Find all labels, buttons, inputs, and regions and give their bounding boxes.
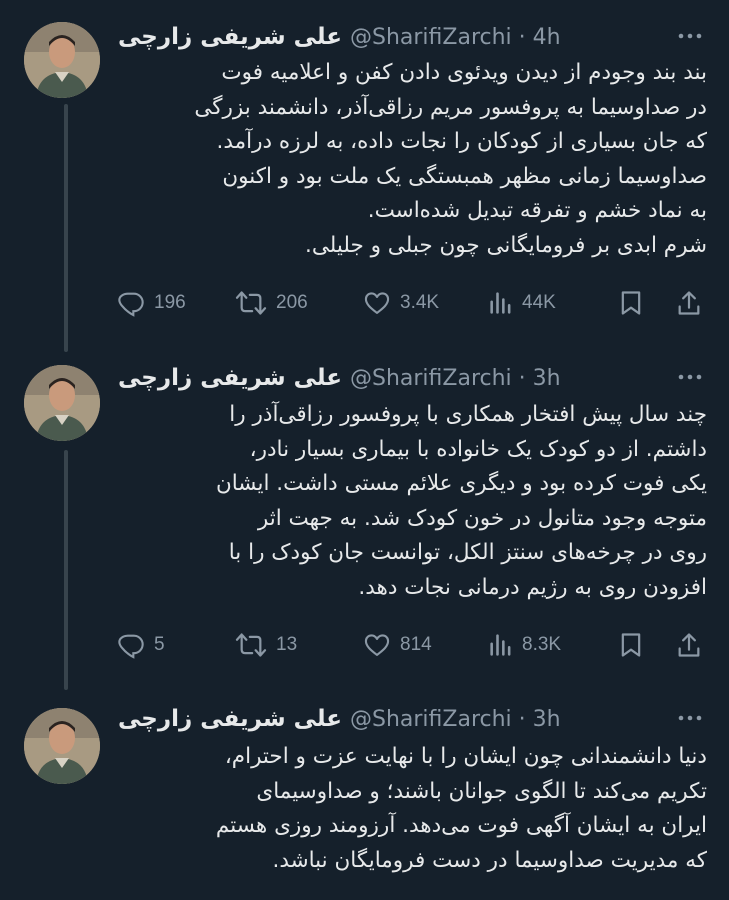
author-name[interactable]: علی شریفی زارچی	[118, 706, 342, 732]
heart-icon	[364, 634, 390, 656]
bookmark-icon	[621, 633, 641, 657]
share-button[interactable]	[676, 631, 702, 659]
reply-button[interactable]: 5	[116, 631, 165, 659]
more-icon[interactable]	[675, 706, 705, 730]
tweet-text: بند بند وجودم از دیدن ویدئوی دادن کفن و …	[194, 60, 707, 258]
retweet-button[interactable]: 13	[234, 631, 297, 659]
tweet-header: علی شریفی زارچی @SharifiZarchi · 3h	[118, 704, 705, 734]
reply-count: 5	[154, 634, 165, 655]
author-handle[interactable]: @SharifiZarchi · 4h	[350, 25, 561, 50]
retweet-icon	[235, 633, 267, 657]
share-icon	[678, 633, 700, 657]
thread-line	[64, 450, 68, 690]
tweet-actions: 5 13 814 8.3K	[110, 628, 713, 662]
retweet-count: 13	[276, 634, 298, 655]
retweet-count: 206	[276, 292, 308, 313]
views-count: 8.3K	[522, 634, 562, 655]
views-icon	[490, 634, 511, 656]
reply-count: 196	[154, 292, 186, 313]
tweet-time[interactable]: 4h	[533, 25, 561, 50]
retweet-button[interactable]: 206	[234, 289, 308, 317]
author-name[interactable]: علی شریفی زارچی	[118, 24, 342, 50]
avatar[interactable]	[24, 22, 100, 98]
tweet-header: علی شریفی زارچی @SharifiZarchi · 3h	[118, 363, 705, 393]
reply-button[interactable]: 196	[116, 289, 186, 317]
heart-icon	[364, 292, 390, 314]
like-count: 3.4K	[400, 292, 440, 313]
avatar[interactable]	[24, 708, 100, 784]
tweet-actions: 196 206 3.4K 44K	[110, 286, 713, 320]
views-button[interactable]: 8.3K	[488, 631, 561, 659]
bookmark-icon	[621, 291, 641, 315]
share-button[interactable]	[676, 289, 702, 317]
tweet-text: دنیا دانشمندانی چون ایشان را با نهایت عز…	[215, 744, 707, 873]
views-count: 44K	[522, 292, 556, 313]
tweet-header: علی شریفی زارچی @SharifiZarchi · 4h	[118, 22, 705, 52]
like-count: 814	[400, 634, 432, 655]
avatar[interactable]	[24, 365, 100, 441]
author-handle[interactable]: @SharifiZarchi · 3h	[350, 366, 561, 391]
reply-icon	[118, 292, 144, 317]
bookmark-button[interactable]	[618, 289, 644, 317]
retweet-icon	[235, 291, 267, 315]
like-button[interactable]: 814	[362, 631, 432, 659]
more-icon[interactable]	[675, 365, 705, 389]
more-icon[interactable]	[675, 24, 705, 48]
reply-icon	[118, 634, 144, 659]
bookmark-button[interactable]	[618, 631, 644, 659]
tweet-text: چند سال پیش افتخار همکاری با پروفسور رزا…	[215, 402, 707, 600]
views-icon	[490, 292, 511, 314]
like-button[interactable]: 3.4K	[362, 289, 439, 317]
tweet-time[interactable]: 3h	[533, 707, 561, 732]
tweet-time[interactable]: 3h	[533, 366, 561, 391]
thread-line	[64, 104, 68, 352]
views-button[interactable]: 44K	[488, 289, 556, 317]
share-icon	[678, 291, 700, 315]
author-name[interactable]: علی شریفی زارچی	[118, 365, 342, 391]
author-handle[interactable]: @SharifiZarchi · 3h	[350, 707, 561, 732]
